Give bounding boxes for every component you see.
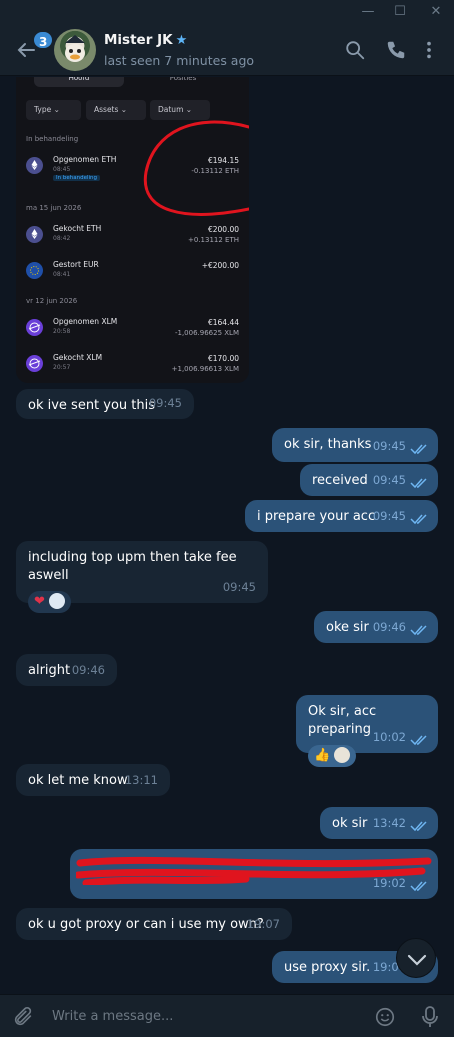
attach-icon[interactable] [12, 1006, 34, 1028]
filter-type: Type ⌄ [26, 100, 81, 120]
message-outgoing[interactable]: ok sir, thanks 09:45 [272, 428, 438, 462]
screenshot-tab-positions: Posities [169, 77, 197, 82]
message-list[interactable]: Hoofd Posities Type ⌄ Assets ⌄ Datum ⌄ I… [0, 77, 454, 994]
xlm-icon [26, 355, 43, 372]
reactor-avatar [48, 593, 65, 609]
transaction-row: Opgenomen XLM 20:58 €164.44 -1,006.96625… [26, 315, 239, 343]
premium-star-icon: ★ [175, 33, 188, 48]
reaction-chip[interactable]: ❤ [28, 591, 71, 613]
avatar[interactable] [54, 29, 96, 71]
eth-icon [26, 157, 43, 174]
message-incoming[interactable]: ok u got proxy or can i use my own? 19:0… [16, 908, 292, 940]
heart-reaction-icon: ❤ [34, 594, 45, 609]
red-circle-annotation [143, 120, 249, 216]
message-outgoing[interactable]: ok sir 13:42 [320, 807, 438, 839]
scroll-to-bottom-button[interactable] [396, 938, 436, 978]
section-date-2: vr 12 jun 2026 [26, 297, 78, 305]
read-checks-icon [410, 478, 427, 489]
section-pending: In behandeling [26, 135, 79, 143]
section-date-1: ma 15 jun 2026 [26, 204, 82, 212]
screenshot-tabs: Hoofd Posities [26, 77, 241, 87]
message-incoming[interactable]: including top upm then take fee aswell ❤… [16, 541, 268, 613]
reactor-avatar [334, 747, 351, 763]
shared-screenshot-image[interactable]: Hoofd Posities Type ⌄ Assets ⌄ Datum ⌄ I… [16, 77, 249, 383]
message-incoming[interactable]: alright 09:46 [16, 654, 117, 686]
microphone-icon[interactable] [419, 1005, 441, 1029]
thumbs-up-reaction-icon: 👍 [314, 748, 331, 763]
message-input[interactable] [52, 1006, 352, 1026]
message-outgoing[interactable]: received 09:45 [300, 464, 438, 496]
transaction-row: Gekocht XLM 20:57 €170.00 +1,006.96613 X… [26, 351, 239, 379]
read-checks-icon [410, 735, 427, 746]
minimize-button[interactable]: — [358, 3, 378, 21]
transaction-row: Gestort EUR 08:41 +€200.00 [26, 258, 239, 286]
chevron-down-icon [407, 954, 427, 966]
message-incoming[interactable]: ok ive sent you this 09:45 [16, 389, 194, 419]
reaction-chip[interactable]: 👍 [308, 745, 357, 767]
message-outgoing[interactable]: Ok sir, acc preparing 👍 10:02 [296, 695, 438, 767]
chat-title[interactable]: Mister JK ★ [104, 32, 187, 48]
eth-icon [26, 226, 43, 243]
read-checks-icon [410, 444, 427, 455]
xlm-icon [26, 319, 43, 336]
close-button[interactable]: ✕ [426, 3, 446, 21]
last-seen-status: last seen 7 minutes ago [104, 53, 255, 68]
screenshot-tab-main: Hoofd [34, 77, 124, 87]
read-checks-icon [410, 625, 427, 636]
window-titlebar: — ☐ ✕ [0, 0, 454, 24]
more-vertical-icon[interactable] [418, 39, 440, 61]
read-checks-icon [410, 881, 427, 892]
phone-icon[interactable] [385, 39, 407, 61]
message-incoming[interactable]: ok let me know 13:11 [16, 764, 170, 796]
read-checks-icon [410, 821, 427, 832]
emoji-icon[interactable] [374, 1006, 396, 1028]
message-outgoing-redacted[interactable]: 19:02 [70, 849, 438, 899]
unread-count-badge: 3 [32, 30, 55, 50]
message-outgoing[interactable]: oke sir 09:46 [314, 611, 438, 643]
message-outgoing[interactable]: i prepare your acc 09:45 [245, 500, 438, 532]
search-icon[interactable] [344, 39, 366, 61]
eur-icon [26, 262, 43, 279]
maximize-button[interactable]: ☐ [390, 3, 410, 21]
read-checks-icon [410, 514, 427, 525]
message-composer [0, 994, 454, 1037]
chat-header: 3 Mister JK ★ last seen 7 minutes ago [0, 24, 454, 76]
